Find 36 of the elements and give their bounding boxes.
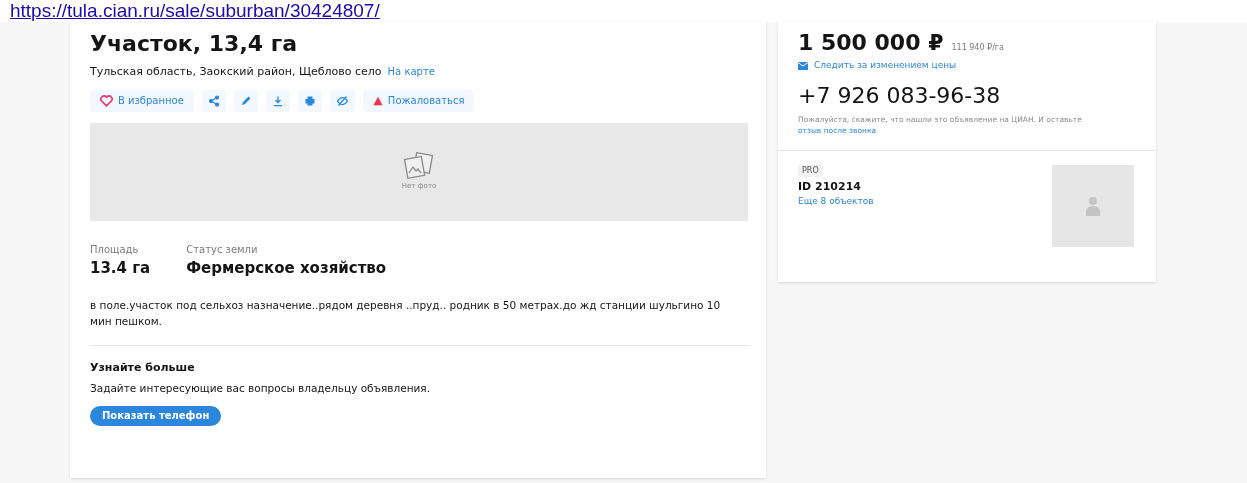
fact-label: Площадь <box>90 242 140 257</box>
contact-heading: Узнайте больше <box>90 359 196 376</box>
person-icon <box>1086 195 1100 216</box>
download-icon <box>271 94 284 107</box>
description-text: в поле.участок под сельхоз назначение..рядом деревня ..пруд.. родник в 50 метрах.до жд станции шульгино 10 мин пешком. <box>90 297 722 329</box>
fact-label: Статус земли <box>186 242 259 257</box>
page-url-link[interactable]: https://tula.cian.ru/sale/suburban/30424807/ <box>10 0 380 21</box>
download-button[interactable] <box>265 89 290 112</box>
contact-text: Задайте интересующие вас вопросы владельцу объявления. <box>90 381 431 396</box>
favorite-button[interactable]: В избранное <box>90 89 194 112</box>
share-icon <box>207 94 220 107</box>
share-button[interactable] <box>201 89 226 112</box>
map-link[interactable]: На карте <box>387 64 435 79</box>
print-button[interactable] <box>297 89 322 112</box>
no-photo-icon <box>403 151 435 180</box>
price-per-unit: 111 940 ₽/га <box>951 42 1004 54</box>
agent-id: ID 210214 <box>798 178 861 195</box>
watch-price-link[interactable]: Следить за изменением цены <box>798 59 1136 73</box>
pencil-icon <box>239 94 252 107</box>
eye-slash-icon <box>335 94 349 107</box>
heart-icon <box>100 94 113 107</box>
edit-button[interactable] <box>233 89 258 112</box>
printer-icon <box>303 94 316 107</box>
hide-button[interactable] <box>329 89 355 112</box>
warning-icon <box>372 95 383 106</box>
pro-badge: PRO <box>798 164 823 177</box>
listing-title: Участок, 13,4 га <box>90 30 299 58</box>
envelope-icon <box>798 61 808 70</box>
phone-number: +7 926 083-96-38 <box>798 81 1002 110</box>
price-text: 1 500 000 ₽ <box>798 29 944 57</box>
more-objects-link[interactable]: Еще 8 объектов <box>798 195 874 209</box>
show-phone-button[interactable]: Показать телефон <box>90 405 222 426</box>
address-text: Тульская область, Заокский район, Щеблово село <box>90 64 382 80</box>
fact-value: Фермерское хозяйство <box>186 257 387 279</box>
fact-value: 13.4 га <box>90 257 151 279</box>
report-button[interactable]: Пожаловаться <box>362 89 475 112</box>
